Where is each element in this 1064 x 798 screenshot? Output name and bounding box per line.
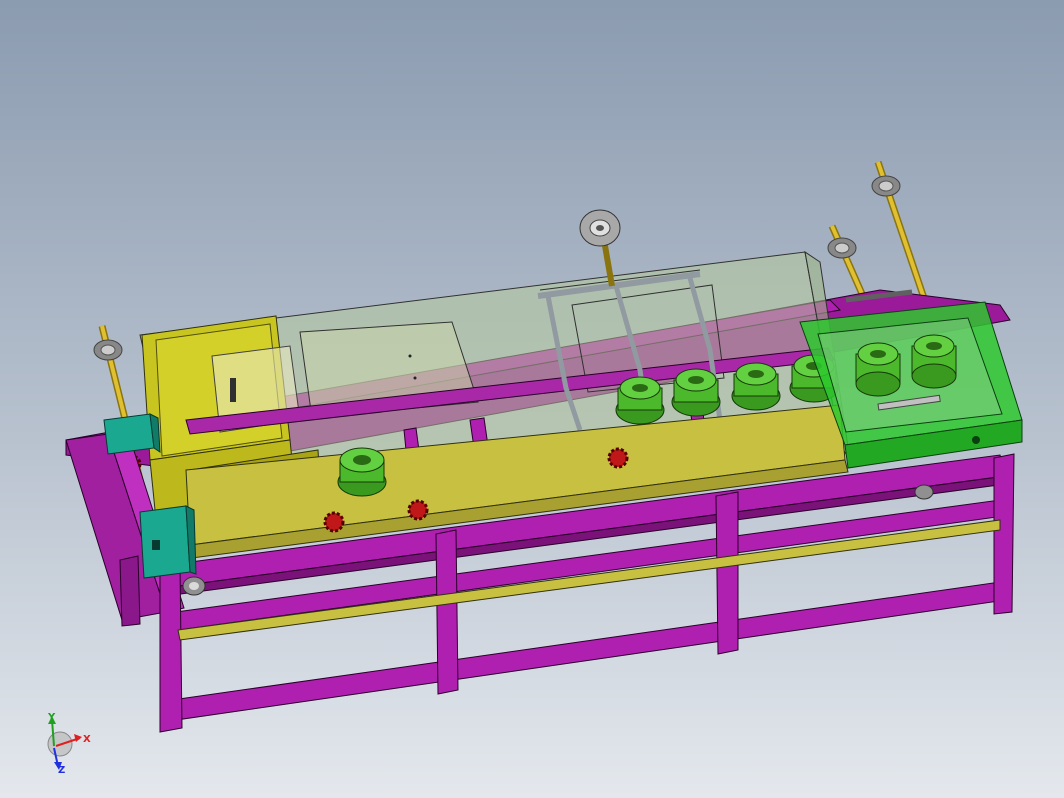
cabinet-handle-icon: [230, 378, 236, 402]
roller-2: [615, 376, 665, 425]
pump-motor: [579, 209, 621, 287]
coordinate-triad[interactable]: X Y Z: [47, 712, 91, 776]
cad-viewport[interactable]: X Y Z: [0, 0, 1064, 798]
shaft-right-rear: [871, 160, 932, 312]
roller-1: [337, 447, 387, 497]
machine-model[interactable]: X Y Z: [0, 0, 1064, 798]
triad-y-label: Y: [47, 712, 56, 723]
end-roller-1: [855, 342, 901, 397]
roller-4: [731, 362, 781, 411]
end-roller-2: [911, 334, 957, 389]
triad-z-label: Z: [58, 765, 65, 776]
triad-x-label: X: [83, 734, 91, 745]
roller-3: [671, 368, 721, 417]
